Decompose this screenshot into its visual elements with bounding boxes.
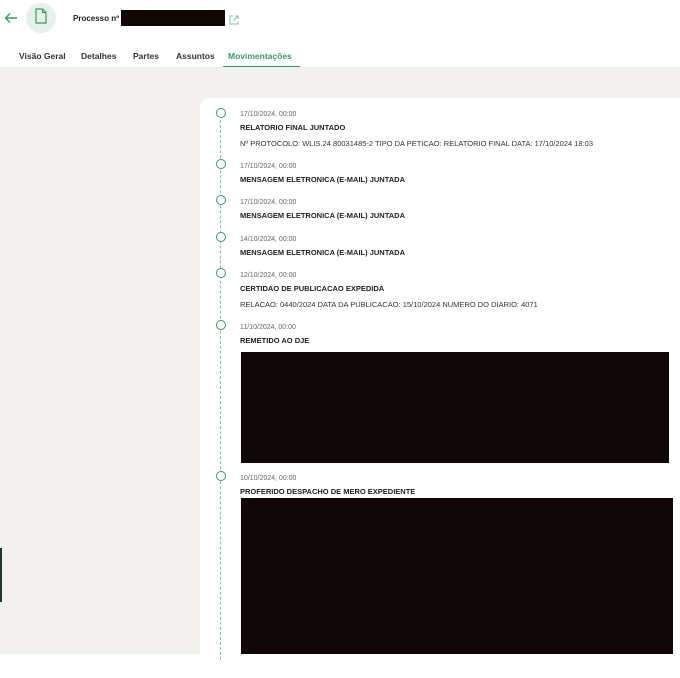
process-label: Processo nº bbox=[73, 14, 120, 23]
timeline-dot bbox=[216, 471, 226, 481]
timeline-dot bbox=[216, 108, 226, 118]
movement-date: 12/10/2024, 00:00 bbox=[240, 272, 297, 279]
movement-title: MENSAGEM ELETRONICA (E-MAIL) JUNTADA bbox=[240, 211, 405, 220]
movement-detail: Nº PROTOCOLO: WLIS.24.80031485-2 TIPO DA… bbox=[240, 139, 594, 148]
tab-subjects[interactable]: Assuntos bbox=[176, 51, 215, 61]
movement-date: 14/10/2024, 00:00 bbox=[240, 236, 297, 243]
tab-details[interactable]: Detalhes bbox=[81, 51, 116, 61]
movement-title: MENSAGEM ELETRONICA (E-MAIL) JUNTADA bbox=[240, 248, 405, 257]
movement-date: 17/10/2024, 00:00 bbox=[240, 163, 297, 170]
timeline-dot bbox=[216, 232, 226, 242]
redacted-content bbox=[241, 498, 673, 654]
document-badge bbox=[26, 3, 56, 33]
movement-date: 17/10/2024, 00:00 bbox=[240, 199, 297, 206]
redacted-content bbox=[241, 352, 669, 463]
movement-title: RELATORIO FINAL JUNTADO bbox=[240, 123, 346, 132]
movement-date: 10/10/2024, 00:00 bbox=[240, 475, 297, 482]
movement-date: 17/10/2024, 00:00 bbox=[240, 111, 297, 118]
tab-overview[interactable]: Visão Geral bbox=[19, 51, 66, 61]
timeline-dot bbox=[216, 195, 226, 205]
tab-movements[interactable]: Movimentações bbox=[228, 51, 292, 61]
back-arrow-icon[interactable] bbox=[3, 10, 19, 26]
redacted-process-number bbox=[121, 10, 225, 26]
timeline-dot bbox=[216, 268, 226, 278]
tab-bar: Visão Geral Detalhes Partes Assuntos Mov… bbox=[0, 46, 680, 68]
movement-date: 11/10/2024, 00:00 bbox=[240, 324, 296, 331]
movement-detail: RELACAO: 0440/2024 DATA DA PUBLICACAO: 1… bbox=[240, 300, 538, 309]
movement-title: REMETIDO AO DJE bbox=[240, 336, 310, 345]
scroll-edge-marker bbox=[0, 548, 2, 602]
page-header: Processo nº bbox=[0, 0, 680, 38]
document-icon bbox=[34, 7, 48, 29]
timeline-dot bbox=[216, 320, 226, 330]
movement-title: CERTIDAO DE PUBLICACAO EXPEDIDA bbox=[240, 284, 385, 293]
movement-title: MENSAGEM ELETRONICA (E-MAIL) JUNTADA bbox=[240, 175, 405, 184]
movement-title: PROFERIDO DESPACHO DE MERO EXPEDIENTE bbox=[240, 487, 416, 496]
tab-parties[interactable]: Partes bbox=[133, 51, 159, 61]
timeline-dot bbox=[216, 159, 226, 169]
external-link-icon[interactable] bbox=[229, 12, 239, 25]
